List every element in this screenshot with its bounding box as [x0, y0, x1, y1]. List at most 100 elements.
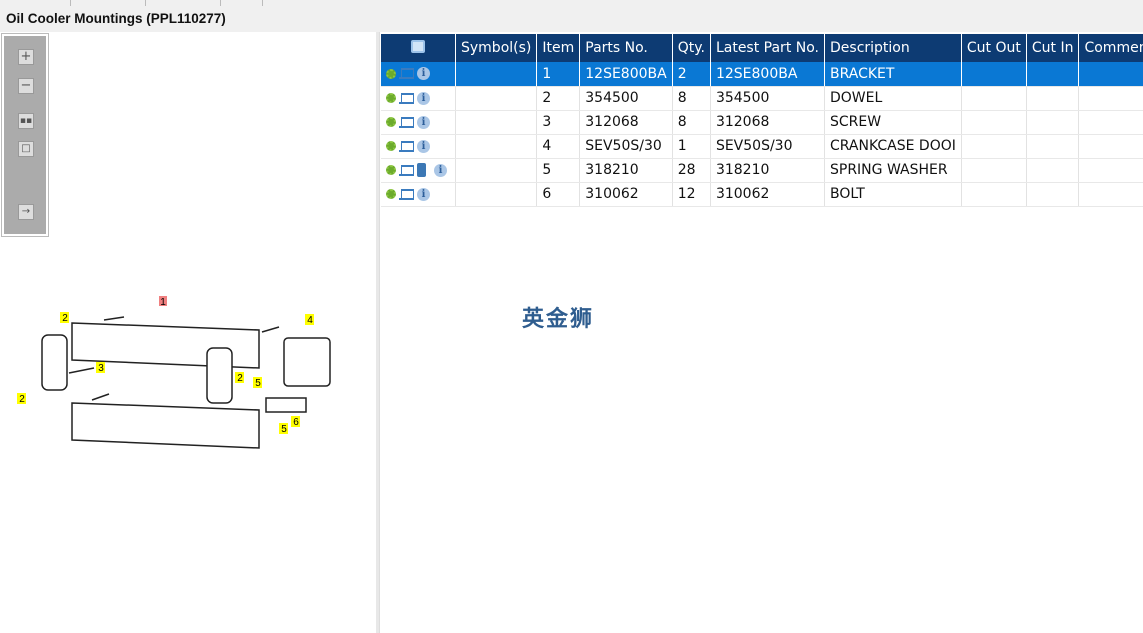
clamp [265, 397, 307, 413]
callout-4[interactable]: 4 [307, 315, 313, 326]
cell-latest-part-no: SEV50S/30 [710, 134, 826, 159]
diagram-toolbar: + − ▪▪ □ → [1, 33, 49, 237]
cell-description: SCREW [824, 110, 962, 135]
column-header-comment[interactable]: Comment [1078, 34, 1143, 62]
panel-splitter[interactable] [376, 32, 380, 633]
cart-icon[interactable] [399, 68, 414, 80]
cell-cut-out [961, 62, 1027, 87]
column-header-cut-in[interactable]: Cut In [1026, 34, 1080, 62]
callout-5[interactable]: 5 [281, 424, 287, 435]
info-icon[interactable]: i [417, 187, 430, 201]
table-row[interactable]: i 3 312068 8 312068 SCREW [381, 110, 1143, 135]
column-header-cut-out[interactable]: Cut Out [961, 34, 1027, 62]
support-left [41, 334, 68, 391]
gear-icon[interactable] [386, 68, 396, 79]
row-actions: i [381, 110, 456, 135]
table-row[interactable]: i 1 12SE800BA 2 12SE800BA BRACKET [381, 62, 1143, 87]
callout-2[interactable]: 2 [237, 373, 243, 384]
table-row[interactable]: i 4 SEV50S/30 1 SEV50S/30 CRANKCASE DOOI [381, 134, 1143, 159]
cell-cut-in [1026, 182, 1080, 207]
cell-symbols [455, 134, 538, 159]
cell-cut-in [1026, 86, 1080, 111]
cell-cut-out [961, 158, 1027, 183]
cell-parts-no: 318210 [579, 158, 673, 183]
column-header-latest-part-no[interactable]: Latest Part No. [710, 34, 826, 62]
cell-comment [1078, 158, 1143, 183]
zoom-in-icon[interactable]: + [18, 49, 34, 65]
cart-icon[interactable] [399, 92, 414, 104]
info-icon[interactable]: i [434, 163, 447, 177]
cell-symbols [455, 86, 538, 111]
column-header-parts-no[interactable]: Parts No. [579, 34, 673, 62]
column-header-description[interactable]: Description [824, 34, 962, 62]
cell-parts-no: 354500 [579, 86, 673, 111]
gear-icon[interactable] [386, 141, 396, 151]
cell-cut-in [1026, 62, 1080, 87]
crankcase-door [283, 337, 331, 387]
table-row[interactable]: i 5 318210 28 318210 SPRING WASHER [381, 158, 1143, 183]
page-title: Oil Cooler Mountings (PPL110277) [6, 11, 226, 26]
table-row[interactable]: i 2 354500 8 354500 DOWEL [381, 86, 1143, 111]
cell-symbols [455, 62, 538, 87]
cell-parts-no: 12SE800BA [579, 62, 673, 87]
diagram-panel[interactable]: + − ▪▪ □ → 1 2 2 2 3 4 5 5 6 [0, 32, 376, 633]
cell-description: BRACKET [824, 62, 962, 87]
info-icon[interactable]: i [417, 115, 430, 129]
cell-cut-in [1026, 134, 1080, 159]
column-header-qty[interactable]: Qty. [672, 34, 711, 62]
parts-diagram[interactable]: 1 2 2 2 3 4 5 5 6 [14, 290, 344, 455]
cell-latest-part-no: 12SE800BA [710, 62, 826, 87]
callout-1[interactable]: 1 [160, 297, 166, 308]
cell-description: CRANKCASE DOOI [824, 134, 962, 159]
fit-all-icon[interactable]: ▪▪ [18, 113, 34, 129]
cell-item: 2 [536, 86, 581, 111]
gear-icon[interactable] [386, 165, 396, 175]
cell-cut-out [961, 182, 1027, 207]
callout-3[interactable]: 3 [98, 363, 104, 374]
parts-table-panel: Symbol(s) Item Parts No. Qty. Latest Par… [381, 34, 1143, 207]
zoom-out-icon[interactable]: − [18, 78, 34, 94]
cart-icon[interactable] [399, 188, 414, 200]
cart-icon[interactable] [399, 140, 414, 152]
cell-item: 6 [536, 182, 581, 207]
search-icon[interactable] [411, 39, 425, 53]
cell-qty: 8 [672, 110, 711, 135]
info-icon[interactable]: i [417, 139, 430, 153]
cell-description: BOLT [824, 182, 962, 207]
support-right [206, 347, 233, 404]
cell-item: 4 [536, 134, 581, 159]
cart-icon[interactable] [399, 116, 414, 128]
row-actions: i [381, 158, 456, 183]
watermark-logo: 英金狮 [522, 307, 595, 332]
cell-qty: 1 [672, 134, 711, 159]
cell-description: SPRING WASHER [824, 158, 962, 183]
table-row[interactable]: i 6 310062 12 310062 BOLT [381, 182, 1143, 207]
column-header-symbols[interactable]: Symbol(s) [455, 34, 538, 62]
cell-description: DOWEL [824, 86, 962, 111]
info-icon[interactable]: i [417, 67, 430, 81]
cell-comment [1078, 62, 1143, 87]
row-actions: i [381, 134, 456, 159]
info-icon[interactable]: i [417, 91, 430, 105]
cell-item: 1 [536, 62, 581, 87]
callout-2[interactable]: 2 [62, 313, 68, 324]
cell-qty: 2 [672, 62, 711, 87]
callout-5[interactable]: 5 [255, 378, 261, 389]
gear-icon[interactable] [386, 93, 396, 103]
callout-6[interactable]: 6 [293, 417, 299, 428]
cart-icon[interactable] [399, 164, 414, 176]
gear-icon[interactable] [386, 117, 396, 127]
export-icon[interactable]: → [18, 204, 34, 220]
row-actions: i [381, 62, 456, 87]
callout-2[interactable]: 2 [19, 394, 25, 405]
actual-size-icon[interactable]: □ [18, 141, 34, 157]
book-icon[interactable] [417, 163, 426, 177]
column-header-search[interactable] [381, 34, 456, 62]
cell-latest-part-no: 354500 [710, 86, 826, 111]
cell-cut-out [961, 110, 1027, 135]
cell-cut-out [961, 134, 1027, 159]
gear-icon[interactable] [386, 189, 396, 199]
column-header-item[interactable]: Item [536, 34, 581, 62]
cell-latest-part-no: 310062 [710, 182, 826, 207]
cell-latest-part-no: 318210 [710, 158, 826, 183]
